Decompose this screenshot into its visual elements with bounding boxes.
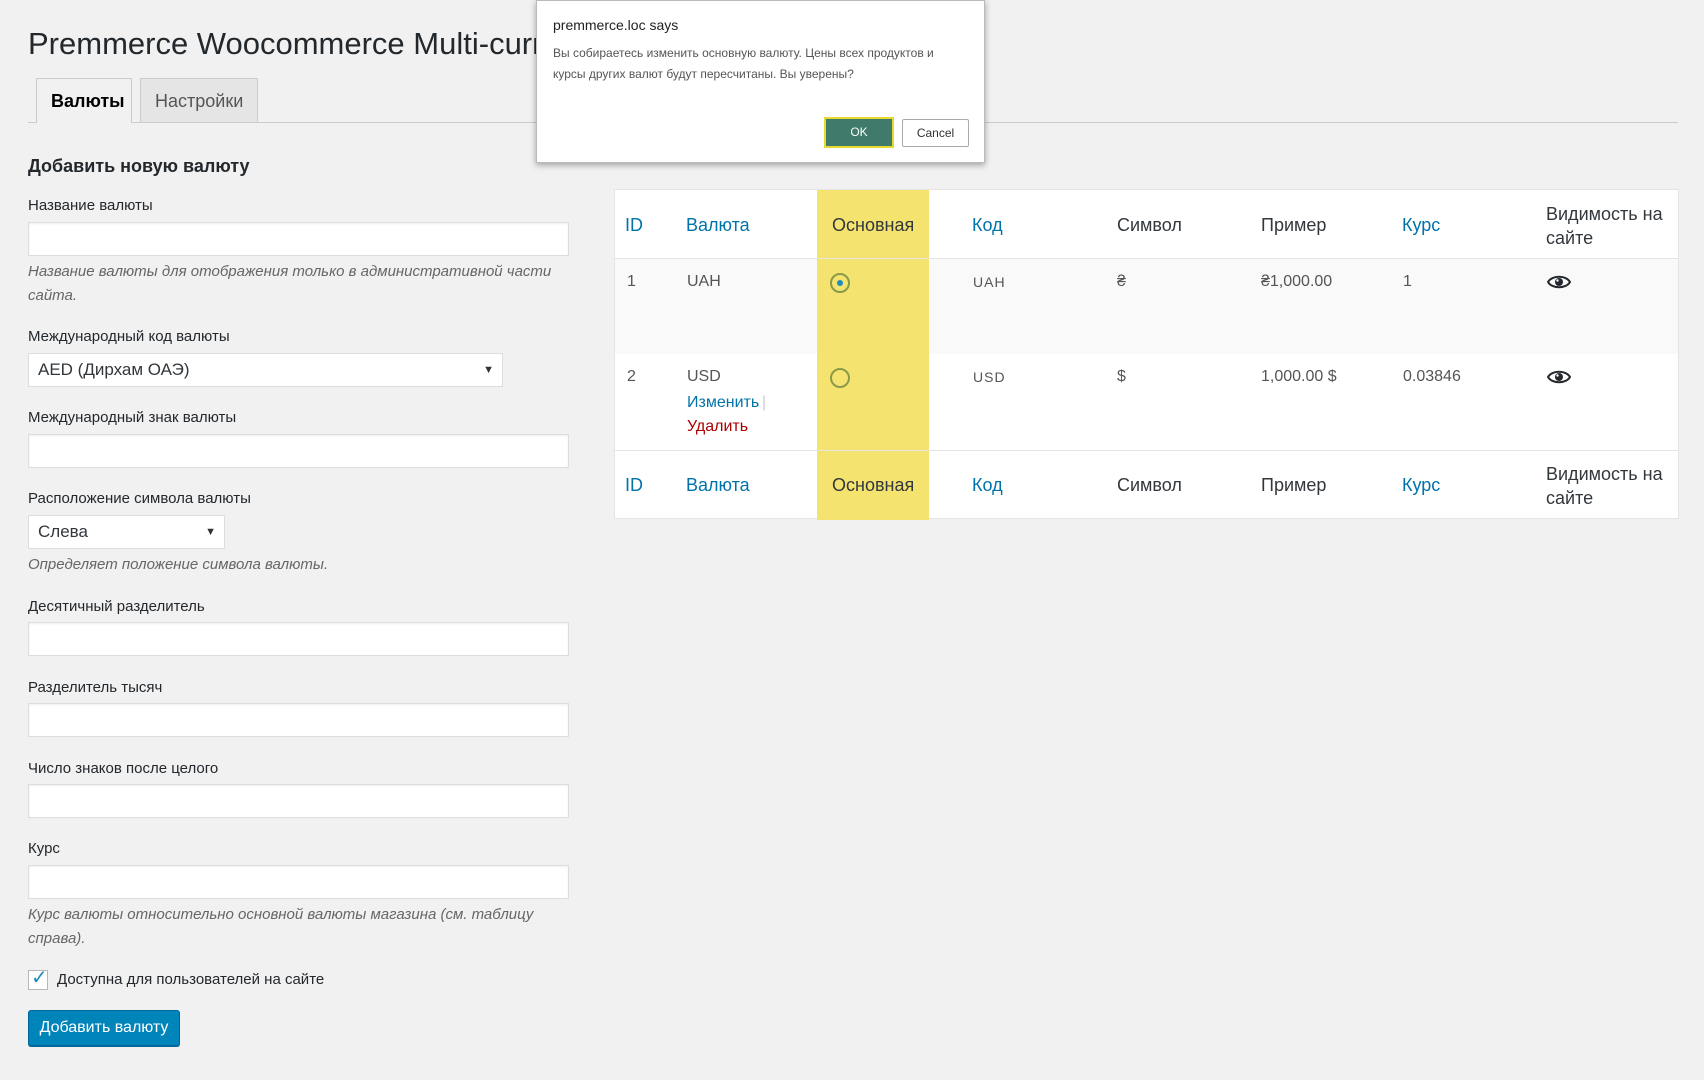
dialog-message: Вы собираетесь изменить основную валюту.… bbox=[553, 46, 934, 81]
currency-name-description: Название валюты для отображения только в… bbox=[28, 263, 552, 304]
symbol-position-label: Расположение символа валюты bbox=[28, 490, 251, 507]
currency-code-value: AED (Дирхам ОАЭ) bbox=[38, 360, 190, 379]
dropdown-arrow-icon: ▼ bbox=[205, 526, 216, 538]
available-label: Доступна для пользователей на сайте bbox=[57, 971, 325, 988]
add-currency-button[interactable]: Добавить валюту bbox=[28, 1010, 180, 1046]
table-divider bbox=[615, 258, 1678, 259]
row2-id: 2 bbox=[627, 368, 636, 385]
dialog-ok-button[interactable]: OK bbox=[824, 117, 894, 148]
column-header-code[interactable]: Код bbox=[972, 215, 1003, 236]
row1-main-radio[interactable] bbox=[830, 273, 850, 293]
column-header-example: Пример bbox=[1261, 215, 1327, 235]
dialog-title: premmerce.loc says bbox=[553, 17, 679, 33]
symbol-position-description: Определяет положение символа валюты. bbox=[28, 556, 329, 573]
tab-currencies[interactable]: Валюты bbox=[36, 78, 132, 123]
column-footer-visibility: Видимость на сайте bbox=[1546, 464, 1663, 508]
row2-example: 1,000.00 $ bbox=[1261, 368, 1337, 385]
currency-symbol-input[interactable] bbox=[28, 434, 569, 468]
column-footer-rate[interactable]: Курс bbox=[1402, 475, 1440, 496]
eye-icon[interactable] bbox=[1547, 274, 1571, 290]
currency-symbol-label: Международный знак валюты bbox=[28, 409, 237, 426]
row1-code: UAH bbox=[973, 274, 1006, 290]
decimals-input[interactable] bbox=[28, 784, 569, 818]
currency-code-label: Международный код валюты bbox=[28, 328, 230, 345]
admin-page: Premmerce Woocommerce Multi-currency Вал… bbox=[0, 0, 1704, 1080]
eye-icon[interactable] bbox=[1547, 369, 1571, 385]
symbol-position-select[interactable]: Слева ▼ bbox=[28, 515, 225, 549]
thousand-separator-label: Разделитель тысяч bbox=[28, 679, 163, 696]
row2-symbol: $ bbox=[1117, 368, 1126, 385]
column-footer-id[interactable]: ID bbox=[625, 475, 643, 496]
table-row-alt-bg bbox=[615, 258, 1678, 354]
row2-main-radio[interactable] bbox=[830, 368, 850, 388]
confirm-dialog: premmerce.loc says Вы собираетесь измени… bbox=[536, 0, 985, 163]
row1-id: 1 bbox=[627, 273, 636, 290]
delete-link[interactable]: Удалить bbox=[687, 418, 748, 436]
row2-rate: 0.03846 bbox=[1403, 368, 1461, 385]
available-checkbox[interactable]: ✓ bbox=[28, 967, 48, 990]
column-header-symbol: Символ bbox=[1117, 215, 1182, 235]
row1-example: ₴1,000.00 bbox=[1261, 273, 1333, 290]
main-column-highlight bbox=[817, 190, 929, 520]
dropdown-arrow-icon: ▼ bbox=[483, 364, 494, 376]
row1-symbol: ₴ bbox=[1117, 273, 1126, 290]
column-footer-symbol: Символ bbox=[1117, 475, 1182, 495]
edit-link[interactable]: Изменить bbox=[687, 394, 759, 412]
thousand-separator-input[interactable] bbox=[28, 703, 569, 737]
currency-name-label: Название валюты bbox=[28, 197, 153, 214]
table-divider bbox=[615, 450, 1678, 451]
rate-label: Курс bbox=[28, 840, 60, 857]
symbol-position-value: Слева bbox=[38, 522, 88, 541]
form-heading: Добавить новую валюту bbox=[28, 156, 250, 176]
dialog-cancel-button[interactable]: Cancel bbox=[902, 119, 969, 147]
rate-description: Курс валюты относительно основной валюты… bbox=[28, 906, 534, 947]
currency-code-select[interactable]: AED (Дирхам ОАЭ) ▼ bbox=[28, 353, 503, 387]
column-header-rate[interactable]: Курс bbox=[1402, 215, 1440, 236]
tab-settings[interactable]: Настройки bbox=[140, 78, 258, 122]
decimal-separator-input[interactable] bbox=[28, 622, 569, 656]
row1-rate: 1 bbox=[1403, 273, 1412, 290]
column-header-visibility: Видимость на сайте bbox=[1546, 204, 1663, 248]
page-title: Premmerce Woocommerce Multi-currency bbox=[28, 26, 608, 61]
row2-currency: USD bbox=[687, 368, 721, 385]
column-footer-main: Основная bbox=[832, 475, 915, 495]
radio-selected-dot bbox=[837, 280, 843, 286]
column-header-currency[interactable]: Валюта bbox=[686, 215, 750, 236]
currency-table: ID Валюта Основная Код Символ Пример Кур… bbox=[614, 189, 1679, 520]
checkmark-icon: ✓ bbox=[31, 967, 48, 989]
action-separator: | bbox=[762, 394, 767, 411]
rate-input[interactable] bbox=[28, 865, 569, 899]
row1-currency: UAH bbox=[687, 273, 721, 290]
decimal-separator-label: Десятичный разделитель bbox=[28, 598, 205, 615]
row2-code: USD bbox=[973, 369, 1006, 385]
currency-name-input[interactable] bbox=[28, 222, 569, 256]
column-footer-example: Пример bbox=[1261, 475, 1327, 495]
column-header-id[interactable]: ID bbox=[625, 215, 643, 236]
column-footer-currency[interactable]: Валюта bbox=[686, 475, 750, 496]
decimals-label: Число знаков после целого bbox=[28, 760, 219, 777]
column-footer-code[interactable]: Код bbox=[972, 475, 1003, 496]
column-header-main: Основная bbox=[832, 215, 915, 235]
